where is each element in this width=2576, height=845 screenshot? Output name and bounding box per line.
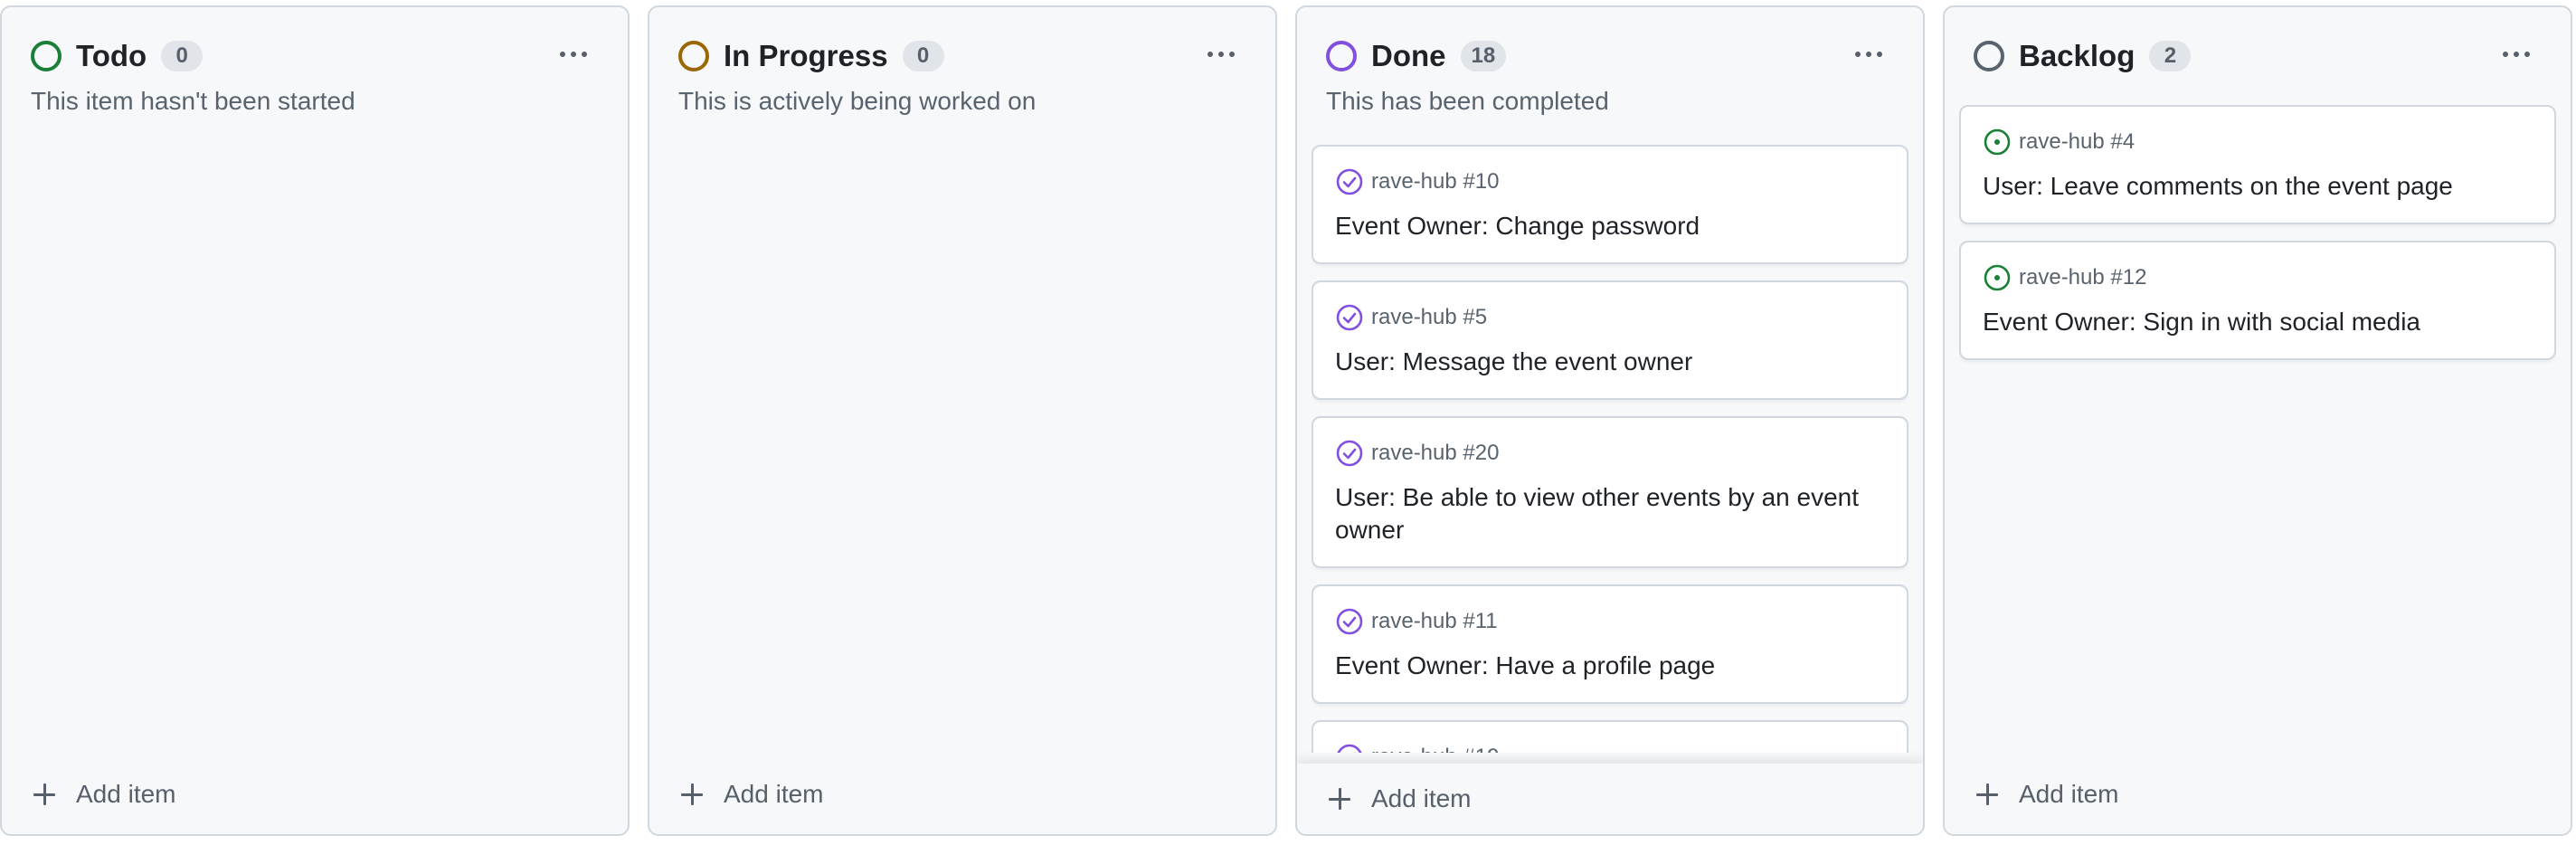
- add-item-label: Add item: [2019, 780, 2119, 808]
- column-title: Backlog: [2019, 39, 2136, 72]
- add-item-button[interactable]: Add item: [678, 774, 824, 814]
- status-circle-icon: [1326, 41, 1357, 71]
- more-dot-icon: [582, 52, 587, 57]
- issue-open-icon: [1984, 264, 2011, 291]
- issue-card[interactable]: rave-hub #20 User: Be able to view other…: [1312, 416, 1908, 568]
- add-item-label: Add item: [76, 780, 176, 808]
- more-dot-icon: [2514, 52, 2519, 57]
- card-repo-label: rave-hub #4: [2019, 129, 2136, 154]
- card-repo-label: rave-hub #10: [1371, 169, 1500, 194]
- column-more-options-button[interactable]: [2495, 36, 2538, 72]
- plus-icon: [1974, 781, 2001, 808]
- more-dot-icon: [560, 52, 565, 57]
- plus-icon: [31, 781, 58, 808]
- card-repo-label: rave-hub #20: [1371, 441, 1500, 465]
- more-dot-icon: [1855, 52, 1861, 57]
- column-header: In Progress 0: [678, 34, 1246, 78]
- issue-closed-icon: [1336, 304, 1363, 331]
- add-item-button[interactable]: Add item: [31, 774, 176, 814]
- card-repo-label: rave-hub #11: [1371, 609, 1498, 633]
- card-title-link[interactable]: Event Owner: Have a profile page: [1335, 650, 1885, 682]
- column-description: This has been completed: [1326, 87, 1609, 115]
- column-title: Done: [1371, 39, 1446, 72]
- plus-icon: [1326, 785, 1353, 812]
- column-backlog: Backlog 2 rave-hub #4 User: Leave commen…: [1943, 5, 2572, 836]
- issue-card[interactable]: rave-hub #4 User: Leave comments on the …: [1959, 105, 2556, 224]
- more-dot-icon: [1229, 52, 1235, 57]
- more-dot-icon: [2524, 52, 2530, 57]
- more-dot-icon: [1877, 52, 1882, 57]
- card-repo-label: rave-hub #19: [1371, 745, 1499, 753]
- card-list: rave-hub #4 User: Leave comments on the …: [1959, 105, 2556, 753]
- project-board: Todo 0 This item hasn't been started Add…: [0, 0, 2576, 845]
- column-header: Backlog 2: [1974, 34, 2542, 78]
- issue-open-icon: [1984, 128, 2011, 156]
- issue-card[interactable]: rave-hub #5 User: Message the event owne…: [1312, 280, 1908, 400]
- add-item-label: Add item: [1371, 784, 1472, 812]
- card-title-link[interactable]: User: Be able to view other events by an…: [1335, 481, 1885, 546]
- item-count-badge: 18: [1460, 41, 1507, 71]
- column-in-progress: In Progress 0 This is actively being wor…: [648, 5, 1277, 836]
- column-done: Done 18 This has been completed rave-hub…: [1295, 5, 1925, 836]
- plus-icon: [678, 781, 706, 808]
- column-more-options-button[interactable]: [1847, 36, 1890, 72]
- card-title-link[interactable]: Event Owner: Sign in with social media: [1983, 306, 2533, 338]
- column-header: Done 18: [1326, 34, 1894, 78]
- status-circle-icon: [31, 41, 62, 71]
- issue-closed-icon: [1337, 744, 1362, 753]
- column-more-options-button[interactable]: [1199, 36, 1243, 72]
- more-dot-icon: [571, 52, 576, 57]
- card-meta: rave-hub #4: [1983, 127, 2533, 157]
- status-circle-icon: [678, 41, 709, 71]
- column-title: In Progress: [724, 39, 888, 72]
- status-circle-icon: [1974, 41, 2004, 71]
- issue-card[interactable]: rave-hub #11 Event Owner: Have a profile…: [1312, 584, 1908, 704]
- issue-closed-icon: [1336, 608, 1363, 635]
- more-dot-icon: [1208, 52, 1213, 57]
- column-header: Todo 0: [31, 34, 599, 78]
- card-meta: rave-hub #11: [1335, 606, 1885, 637]
- card-title-link[interactable]: User: Leave comments on the event page: [1983, 170, 2533, 203]
- card-meta: rave-hub #10: [1335, 166, 1885, 197]
- add-item-button[interactable]: Add item: [1297, 764, 1923, 834]
- card-meta: rave-hub #20: [1335, 438, 1885, 469]
- card-title-link[interactable]: User: Message the event owner: [1335, 346, 1885, 378]
- card-repo-label: rave-hub #5: [1371, 305, 1488, 329]
- issue-card[interactable]: rave-hub #12 Event Owner: Sign in with s…: [1959, 241, 2556, 360]
- issue-closed-icon: [1336, 168, 1363, 195]
- issue-closed-icon: [1336, 440, 1363, 467]
- issue-card[interactable]: rave-hub #10 Event Owner: Change passwor…: [1312, 145, 1908, 264]
- card-repo-label: rave-hub #12: [2019, 265, 2147, 290]
- card-meta: rave-hub #5: [1335, 302, 1885, 333]
- card-list: [16, 105, 613, 753]
- column-title: Todo: [76, 39, 147, 72]
- more-dot-icon: [2503, 52, 2508, 57]
- more-dot-icon: [1218, 52, 1224, 57]
- column-todo: Todo 0 This item hasn't been started Add…: [0, 5, 630, 836]
- issue-card[interactable]: rave-hub #19: [1312, 720, 1908, 753]
- card-list: [664, 105, 1261, 753]
- column-more-options-button[interactable]: [552, 36, 595, 72]
- item-count-badge: 2: [2149, 41, 2192, 71]
- item-count-badge: 0: [161, 41, 204, 71]
- add-item-button[interactable]: Add item: [1974, 774, 2119, 814]
- item-count-badge: 0: [902, 41, 944, 71]
- card-meta: rave-hub #12: [1983, 262, 2533, 293]
- card-meta: rave-hub #19: [1335, 742, 1885, 753]
- card-title-link[interactable]: Event Owner: Change password: [1335, 210, 1885, 242]
- card-list: rave-hub #10 Event Owner: Change passwor…: [1312, 145, 1908, 753]
- more-dot-icon: [1866, 52, 1871, 57]
- add-item-label: Add item: [724, 780, 824, 808]
